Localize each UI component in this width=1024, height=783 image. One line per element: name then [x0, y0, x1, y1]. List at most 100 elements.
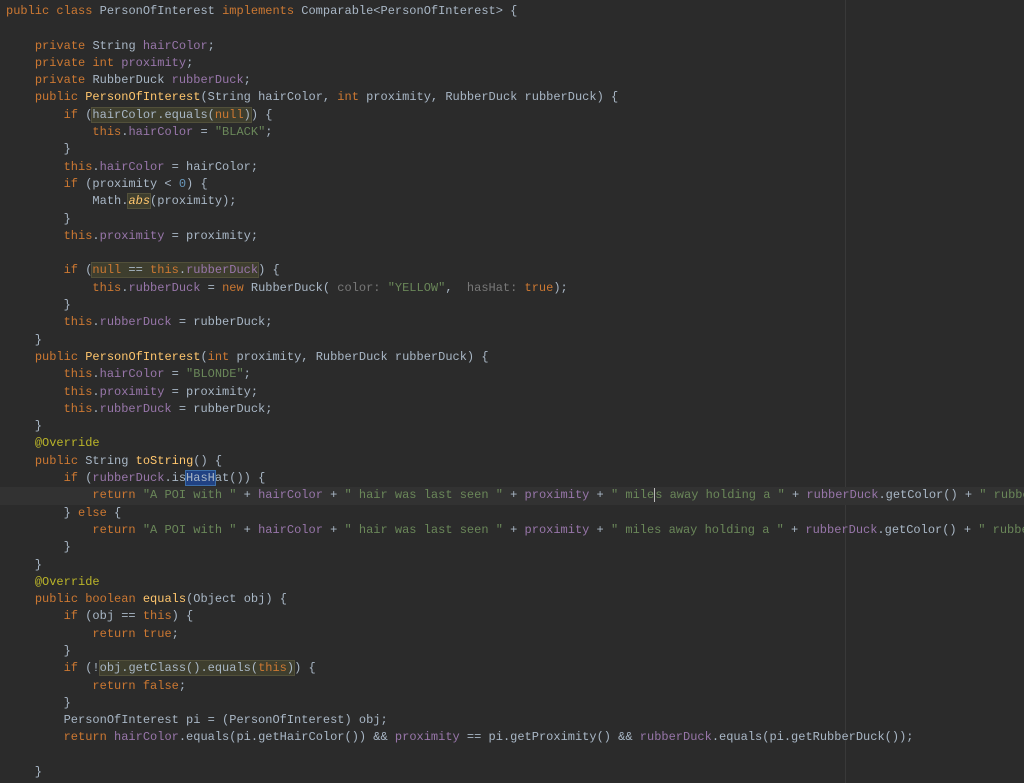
code-line[interactable]: if (hairColor.equals(null)) {: [0, 107, 1024, 124]
field-name: proximity: [525, 523, 590, 537]
field-name: rubberDuck: [805, 523, 877, 537]
text: " mile: [611, 488, 654, 502]
keyword-return: return: [92, 679, 135, 693]
code-line[interactable]: }: [0, 695, 1024, 712]
keyword-this: this: [64, 160, 93, 174]
keyword-this: this: [64, 315, 93, 329]
code-line[interactable]: public boolean equals(Object obj) {: [0, 591, 1024, 608]
inspection-highlight[interactable]: hairColor.equals(null): [92, 108, 250, 122]
field-name: hairColor: [128, 125, 193, 139]
param-name: rubberDuck: [395, 350, 467, 364]
type-name: Comparable<PersonOfInterest>: [301, 4, 503, 18]
keyword-this: this: [92, 281, 121, 295]
code-line[interactable]: @Override: [0, 435, 1024, 452]
field-name: hairColor: [258, 488, 323, 502]
code-line[interactable]: public String toString() {: [0, 453, 1024, 470]
code-line[interactable]: public PersonOfInterest(int proximity, R…: [0, 349, 1024, 366]
code-line[interactable]: this.rubberDuck = new RubberDuck( color:…: [0, 280, 1024, 297]
keyword-return: return: [92, 488, 135, 502]
type-name: String: [208, 90, 251, 104]
code-line[interactable]: this.hairColor = "BLONDE";: [0, 366, 1024, 383]
code-line[interactable]: private int proximity;: [0, 55, 1024, 72]
code-line[interactable]: Math.abs(proximity);: [0, 193, 1024, 210]
keyword-return: return: [64, 730, 107, 744]
keyword-if: if: [64, 661, 78, 675]
code-line[interactable]: return "A POI with " + hairColor + " hai…: [0, 522, 1024, 539]
code-line[interactable]: public class PersonOfInterest implements…: [0, 3, 1024, 20]
code-line-caret[interactable]: return "A POI with " + hairColor + " hai…: [0, 487, 1024, 504]
param-name: proximity: [236, 350, 301, 364]
field-name: proximity: [100, 229, 165, 243]
code-line[interactable]: }: [0, 141, 1024, 158]
param-name: proximity: [92, 177, 157, 191]
code-line[interactable]: this.rubberDuck = rubberDuck;: [0, 314, 1024, 331]
string-literal: " hair was last seen ": [345, 488, 503, 502]
code-line[interactable]: }: [0, 764, 1024, 781]
code-line[interactable]: public PersonOfInterest(String hairColor…: [0, 89, 1024, 106]
inspection-highlight[interactable]: obj.getClass().equals(this): [100, 661, 294, 675]
type-name: RubberDuck: [445, 90, 517, 104]
keyword-if: if: [64, 263, 78, 277]
code-line[interactable]: return hairColor.equals(pi.getHairColor(…: [0, 729, 1024, 746]
code-line[interactable]: }: [0, 643, 1024, 660]
type-name: String: [92, 39, 135, 53]
param-name: obj: [244, 592, 266, 606]
keyword-false: false: [143, 679, 179, 693]
keyword-this: this: [64, 229, 93, 243]
field-name: hairColor: [114, 730, 179, 744]
code-line[interactable]: if (!obj.getClass().equals(this)) {: [0, 660, 1024, 677]
code-line[interactable]: this.hairColor = hairColor;: [0, 159, 1024, 176]
keyword-int: int: [208, 350, 230, 364]
code-line[interactable]: this.rubberDuck = rubberDuck;: [0, 401, 1024, 418]
field-name: rubberDuck: [100, 315, 172, 329]
keyword-if: if: [64, 108, 78, 122]
code-line[interactable]: this.hairColor = "BLACK";: [0, 124, 1024, 141]
code-line[interactable]: }: [0, 211, 1024, 228]
keyword-if: if: [64, 609, 78, 623]
param-name: rubberDuck: [193, 402, 265, 416]
method-call: getColor: [886, 488, 944, 502]
code-line[interactable]: }: [0, 418, 1024, 435]
code-editor[interactable]: public class PersonOfInterest implements…: [0, 0, 1024, 781]
code-line[interactable]: this.proximity = proximity;: [0, 228, 1024, 245]
code-line[interactable]: [0, 245, 1024, 262]
code-line[interactable]: }: [0, 332, 1024, 349]
code-line[interactable]: PersonOfInterest pi = (PersonOfInterest)…: [0, 712, 1024, 729]
field-name: proximity: [525, 488, 590, 502]
code-line[interactable]: return true;: [0, 626, 1024, 643]
keyword-this: this: [64, 367, 93, 381]
field-name: hairColor: [100, 367, 165, 381]
code-line[interactable]: if (obj == this) {: [0, 608, 1024, 625]
selection-highlight[interactable]: HasH: [186, 471, 215, 485]
code-line[interactable]: return false;: [0, 678, 1024, 695]
code-line[interactable]: [0, 20, 1024, 37]
code-line[interactable]: [0, 747, 1024, 764]
type-name: String: [85, 454, 128, 468]
code-line[interactable]: } else {: [0, 505, 1024, 522]
code-line[interactable]: if (proximity < 0) {: [0, 176, 1024, 193]
code-line[interactable]: @Override: [0, 574, 1024, 591]
code-line[interactable]: }: [0, 297, 1024, 314]
code-line[interactable]: private RubberDuck rubberDuck;: [0, 72, 1024, 89]
field-name: rubberDuck: [172, 73, 244, 87]
inspection-highlight[interactable]: null == this.rubberDuck: [92, 263, 258, 277]
string-literal: " hair was last seen ": [345, 523, 503, 537]
code-line[interactable]: private String hairColor;: [0, 38, 1024, 55]
code-line[interactable]: if (rubberDuck.isHasHat()) {: [0, 470, 1024, 487]
param-name: obj: [359, 713, 381, 727]
code-line[interactable]: }: [0, 557, 1024, 574]
keyword-public: public: [35, 350, 78, 364]
field-name: proximity: [100, 385, 165, 399]
type-name: PersonOfInterest: [64, 713, 179, 727]
keyword-public: public: [6, 4, 49, 18]
type-name: RubberDuck: [251, 281, 323, 295]
constructor-name: PersonOfInterest: [85, 350, 200, 364]
param-name: proximity: [186, 385, 251, 399]
param-name: hairColor: [186, 160, 251, 174]
code-line[interactable]: this.proximity = proximity;: [0, 384, 1024, 401]
field-name: proximity: [395, 730, 460, 744]
code-line[interactable]: }: [0, 539, 1024, 556]
string-literal: "YELLOW": [388, 281, 446, 295]
code-line[interactable]: if (null == this.rubberDuck) {: [0, 262, 1024, 279]
inspection-highlight[interactable]: abs: [128, 194, 150, 208]
